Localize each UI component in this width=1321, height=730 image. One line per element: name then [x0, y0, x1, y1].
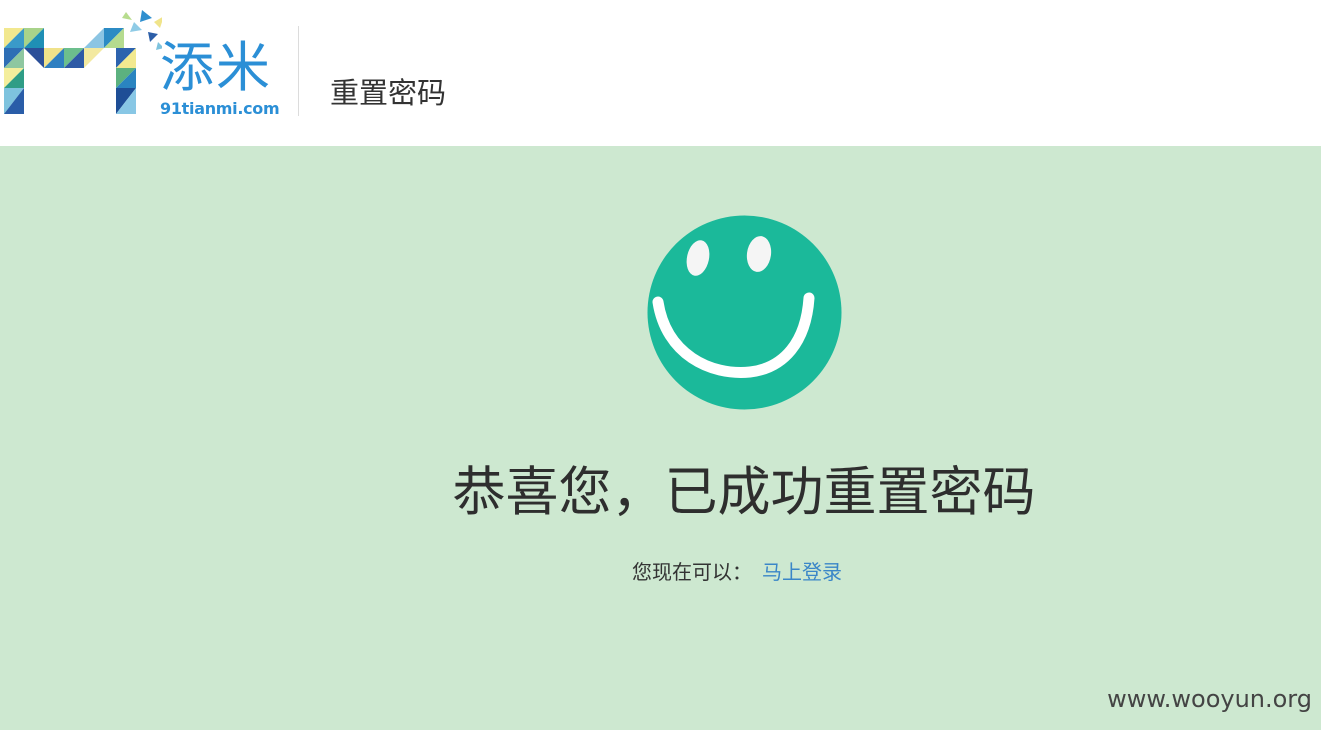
next-step-prefix: 您现在可以：: [632, 560, 752, 584]
watermark: www.wooyun.org: [1107, 685, 1312, 713]
next-step-row: 您现在可以： 马上登录: [632, 558, 842, 586]
logo-text-cn: 添米: [160, 36, 272, 99]
logo-text-en: 91tianmi.com: [160, 99, 280, 118]
success-heading: 恭喜您，已成功重置密码: [452, 462, 1036, 523]
smiley-face-icon: [646, 214, 843, 411]
header-divider: [298, 26, 299, 116]
login-now-link[interactable]: 马上登录: [762, 560, 842, 584]
header: 添米 91tianmi.com 重置密码: [0, 0, 1321, 146]
page-title: 重置密码: [330, 76, 447, 110]
mosaic-m-logo-icon: [4, 10, 162, 114]
site-logo[interactable]: 添米 91tianmi.com: [2, 8, 280, 120]
main-content: 恭喜您，已成功重置密码 您现在可以： 马上登录 www.wooyun.org: [0, 146, 1321, 730]
